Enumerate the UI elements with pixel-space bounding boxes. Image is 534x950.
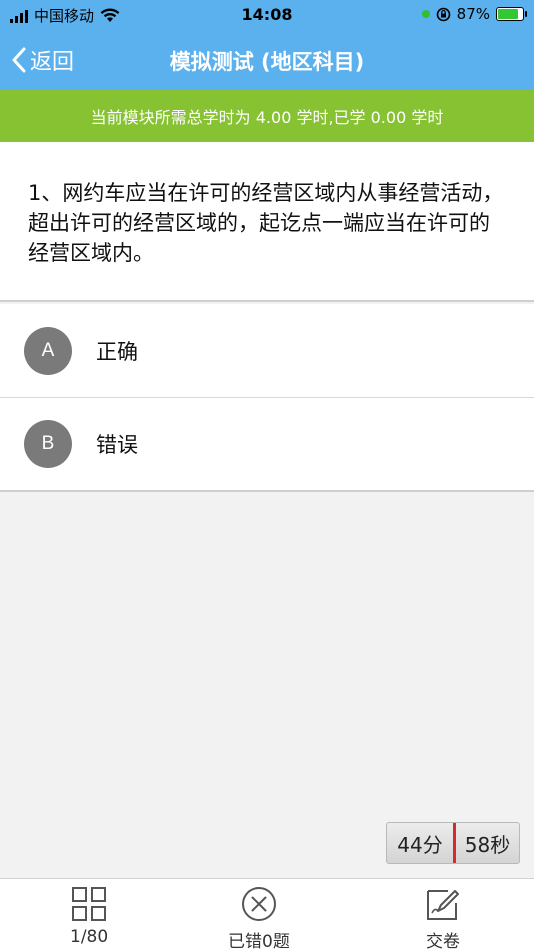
page-title: 模拟测试 (地区科目)	[169, 50, 365, 74]
timer-seconds: 58秒	[464, 832, 511, 857]
option-a-label: 正确	[96, 339, 138, 364]
progress-label: 1/80	[70, 927, 109, 947]
submit-exam-button[interactable]: 交卷	[424, 885, 462, 950]
status-right: 87%	[421, 5, 527, 23]
study-hours-banner: 当前模块所需总学时为 4.00 学时,已学 0.00 学时	[0, 90, 534, 142]
location-icon	[421, 10, 430, 18]
battery-charging-icon	[496, 7, 527, 21]
battery-level	[498, 9, 518, 19]
wrong-answers-button[interactable]: 已错0题	[228, 885, 290, 950]
edit-paper-icon	[427, 890, 459, 920]
countdown-timer: 44分 58秒	[386, 822, 520, 864]
close-circle-icon	[241, 887, 276, 921]
option-a-badge: A	[24, 326, 72, 375]
grid-icon	[72, 887, 107, 921]
option-b-badge: B	[24, 420, 72, 468]
question-text: 1、网约车应当在许可的经营区域内从事经营活动，超出许可的经营区域的，起讫点一端应…	[0, 142, 534, 302]
answer-options: A 正确 B 错误	[0, 304, 534, 492]
bottom-bar: 1/80 已错0题 交卷	[0, 878, 534, 950]
option-a[interactable]: A 正确	[0, 304, 534, 398]
status-bar: 中国移动 14:08 87%	[0, 0, 534, 30]
submit-label: 交卷	[426, 932, 460, 950]
orientation-lock-icon	[436, 7, 450, 21]
option-b-label: 错误	[96, 433, 138, 457]
battery-percent: 87%	[456, 5, 490, 23]
question-grid-button[interactable]: 1/80	[70, 885, 108, 947]
nav-bar: 返回 模拟测试 (地区科目)	[0, 30, 534, 90]
wrong-count-label: 已错0题	[228, 932, 290, 950]
header: 中国移动 14:08 87% 返回 模拟测试 (地区科目)	[0, 0, 534, 90]
timer-minutes: 44分	[397, 832, 443, 857]
option-b[interactable]: B 错误	[0, 398, 534, 492]
